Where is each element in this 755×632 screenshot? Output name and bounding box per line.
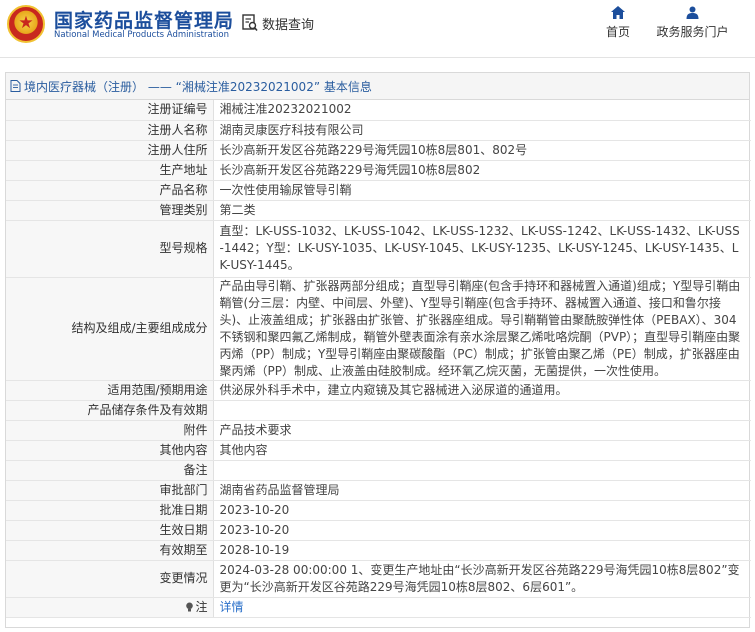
- table-row: 生产地址 长沙高新开发区谷苑路229号海凭园10栋8层802: [6, 160, 751, 181]
- field-value: 一次性使用输尿管导引鞘: [213, 180, 751, 201]
- field-label: 管理类别: [6, 200, 214, 221]
- table-row: 批准日期 2023-10-20: [6, 500, 751, 521]
- data-query-heading[interactable]: 数据查询: [242, 13, 314, 33]
- field-label: 变更情况: [6, 560, 214, 598]
- table-row: 结构及组成/主要组成成分 产品由导引鞘、扩张器两部分组成；直型导引鞘座(包含手持…: [6, 277, 751, 381]
- field-value: 直型：LK-USS-1032、LK-USS-1042、LK-USS-1232、L…: [213, 220, 751, 278]
- field-value: 详情: [213, 597, 751, 618]
- field-label: 批准日期: [6, 500, 214, 521]
- national-emblem-icon: [7, 5, 45, 43]
- field-label: 注册人名称: [6, 120, 214, 141]
- table-row: 管理类别 第二类: [6, 200, 751, 221]
- field-value: 湖南省药品监督管理局: [213, 480, 751, 501]
- nav-service-label: 政务服务门户: [656, 25, 729, 39]
- field-value: 供泌尿外科手术中，建立内窥镜及其它器械进入泌尿道的通道用。: [213, 380, 751, 401]
- note-label-cell: 注: [6, 597, 214, 618]
- field-value: 2028-10-19: [213, 540, 751, 561]
- field-value: 长沙高新开发区谷苑路229号海凭园10栋8层802: [213, 160, 751, 181]
- field-label: 备注: [6, 460, 214, 481]
- field-label: 适用范围/预期用途: [6, 380, 214, 401]
- field-value: 第二类: [213, 200, 751, 221]
- table-row: 附件 产品技术要求: [6, 420, 751, 441]
- table-row: 注 详情: [6, 597, 751, 618]
- site-logo-subtitle: National Medical Products Administration: [54, 30, 229, 40]
- table-row: 注册人住所 长沙高新开发区谷苑路229号海凭园10栋8层801、802号: [6, 140, 751, 161]
- field-label: 产品储存条件及有效期: [6, 400, 214, 421]
- field-value: 2024-03-28 00:00:00 1、变更生产地址由“长沙高新开发区谷苑路…: [213, 560, 751, 598]
- field-value: 2023-10-20: [213, 520, 751, 541]
- field-value: 湖南灵康医疗科技有限公司: [213, 120, 751, 141]
- panel-title-bar: 境内医疗器械（注册） —— “湘械注准20232021002” 基本信息: [6, 73, 749, 100]
- field-label: 结构及组成/主要组成成分: [6, 277, 214, 381]
- field-value: [213, 460, 751, 481]
- device-info-panel: 境内医疗器械（注册） —— “湘械注准20232021002” 基本信息 注册证…: [5, 72, 751, 628]
- field-label: 有效期至: [6, 540, 214, 561]
- nav-service-portal[interactable]: 政务服务门户: [655, 6, 730, 40]
- field-value: 湘械注准20232021002: [213, 100, 751, 121]
- field-value: 长沙高新开发区谷苑路229号海凭园10栋8层801、802号: [213, 140, 751, 161]
- field-value: 其他内容: [213, 440, 751, 461]
- home-icon: [611, 6, 625, 19]
- table-row: 有效期至 2028-10-19: [6, 540, 751, 561]
- field-label: 注册证编号: [6, 100, 214, 121]
- nav-home-label: 首页: [605, 25, 630, 39]
- document-icon: [10, 80, 21, 92]
- table-row: 适用范围/预期用途 供泌尿外科手术中，建立内窥镜及其它器械进入泌尿道的通道用。: [6, 380, 751, 401]
- table-row: 审批部门 湖南省药品监督管理局: [6, 480, 751, 501]
- field-label: 注册人住所: [6, 140, 214, 161]
- site-logo-title[interactable]: 国家药品监督管理局: [54, 6, 234, 33]
- field-label: 附件: [6, 420, 214, 441]
- table-row: 注册人名称 湖南灵康医疗科技有限公司: [6, 120, 751, 141]
- field-value: 产品技术要求: [213, 420, 751, 441]
- user-icon: [686, 6, 699, 19]
- nav-home[interactable]: 首页: [603, 6, 633, 40]
- table-row: 变更情况 2024-03-28 00:00:00 1、变更生产地址由“长沙高新开…: [6, 560, 751, 598]
- lightbulb-icon: [186, 602, 194, 611]
- field-label: 其他内容: [6, 440, 214, 461]
- field-label: 型号规格: [6, 220, 214, 278]
- table-row: 其他内容 其他内容: [6, 440, 751, 461]
- site-header: 国家药品监督管理局 National Medical Products Admi…: [0, 0, 755, 58]
- field-label: 注: [195, 599, 208, 614]
- table-row: 型号规格 直型：LK-USS-1032、LK-USS-1042、LK-USS-1…: [6, 220, 751, 278]
- document-search-icon: [242, 14, 258, 32]
- table-row: 产品名称 一次性使用输尿管导引鞘: [6, 180, 751, 201]
- field-label: 审批部门: [6, 480, 214, 501]
- table-row: 产品储存条件及有效期: [6, 400, 751, 421]
- data-query-label: 数据查询: [262, 17, 315, 33]
- table-row: 备注: [6, 460, 751, 481]
- details-link[interactable]: 详情: [220, 600, 244, 614]
- field-label: 产品名称: [6, 180, 214, 201]
- field-label: 生效日期: [6, 520, 214, 541]
- panel-title: 境内医疗器械（注册） —— “湘械注准20232021002” 基本信息: [24, 79, 372, 94]
- device-info-table: 注册证编号 湘械注准20232021002 注册人名称 湖南灵康医疗科技有限公司…: [6, 100, 751, 618]
- field-value: 产品由导引鞘、扩张器两部分组成；直型导引鞘座(包含手持环和器械置入通道)组成；Y…: [213, 277, 751, 381]
- field-value: [213, 400, 751, 421]
- table-row: 注册证编号 湘械注准20232021002: [6, 100, 751, 121]
- field-label: 生产地址: [6, 160, 214, 181]
- table-row: 生效日期 2023-10-20: [6, 520, 751, 541]
- field-value: 2023-10-20: [213, 500, 751, 521]
